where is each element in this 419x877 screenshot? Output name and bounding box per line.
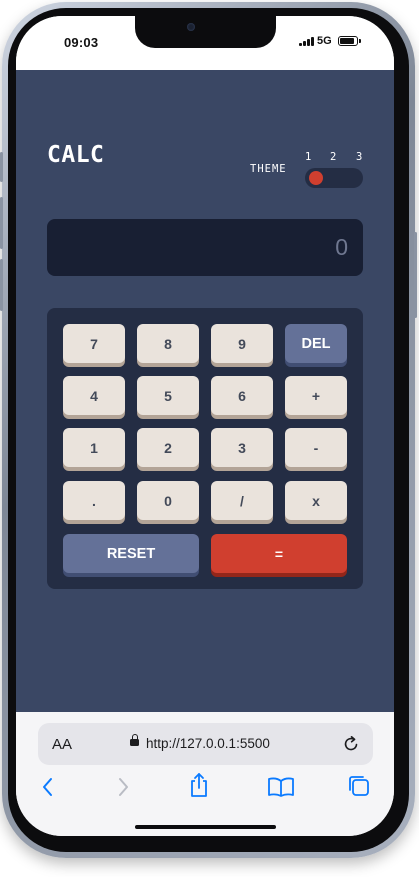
multiply-button[interactable]: x bbox=[285, 481, 347, 520]
key-1[interactable]: 1 bbox=[63, 428, 125, 467]
equals-button[interactable]: = bbox=[211, 534, 347, 573]
app-title: CALC bbox=[47, 142, 105, 168]
theme-option-3: 3 bbox=[356, 151, 363, 163]
lock-icon bbox=[130, 734, 139, 746]
share-icon[interactable] bbox=[187, 772, 211, 798]
key-7[interactable]: 7 bbox=[63, 324, 125, 363]
volume-up-button bbox=[0, 197, 3, 249]
theme-toggle[interactable] bbox=[305, 168, 363, 188]
key-8[interactable]: 8 bbox=[137, 324, 199, 363]
url-text[interactable]: http://127.0.0.1:5500 bbox=[146, 736, 270, 751]
theme-label: THEME bbox=[250, 163, 287, 175]
forward-icon[interactable] bbox=[115, 776, 131, 798]
text-size-button[interactable]: AA bbox=[52, 736, 72, 753]
key-6[interactable]: 6 bbox=[211, 376, 273, 415]
text-size-label: AA bbox=[52, 736, 73, 753]
status-time: 09:03 bbox=[64, 35, 99, 50]
volume-down-button bbox=[0, 259, 3, 311]
plus-button[interactable]: + bbox=[285, 376, 347, 415]
side-button bbox=[0, 152, 3, 182]
bookmarks-icon[interactable] bbox=[267, 776, 295, 798]
key-9[interactable]: 9 bbox=[211, 324, 273, 363]
key-4[interactable]: 4 bbox=[63, 376, 125, 415]
theme-option-1: 1 bbox=[305, 151, 312, 163]
delete-button[interactable]: DEL bbox=[285, 324, 347, 363]
reset-button[interactable]: RESET bbox=[63, 534, 199, 573]
browser-toolbar: AA http://127.0.0.1:5500 bbox=[16, 712, 394, 836]
theme-toggle-knob[interactable] bbox=[309, 171, 323, 185]
reload-icon[interactable] bbox=[341, 734, 361, 754]
keypad: 7 8 9 DEL 4 5 6 + 1 2 3 - . 0 / x RESET … bbox=[47, 308, 363, 589]
battery-icon bbox=[338, 36, 361, 46]
decimal-button[interactable]: . bbox=[63, 481, 125, 520]
theme-option-2: 2 bbox=[330, 151, 337, 163]
key-2[interactable]: 2 bbox=[137, 428, 199, 467]
key-3[interactable]: 3 bbox=[211, 428, 273, 467]
display-value: 0 bbox=[335, 234, 348, 260]
key-0[interactable]: 0 bbox=[137, 481, 199, 520]
minus-button[interactable]: - bbox=[285, 428, 347, 467]
tabs-icon[interactable] bbox=[347, 774, 371, 798]
power-button bbox=[414, 232, 417, 318]
key-5[interactable]: 5 bbox=[137, 376, 199, 415]
signal-icon bbox=[299, 36, 314, 46]
status-bar: 09:03 5G bbox=[16, 16, 394, 70]
address-bar[interactable]: AA http://127.0.0.1:5500 bbox=[38, 723, 373, 765]
home-indicator bbox=[135, 825, 276, 829]
divide-button[interactable]: / bbox=[211, 481, 273, 520]
calculator-display: 0 bbox=[47, 219, 363, 276]
calculator-app: CALC THEME 1 2 3 0 7 8 9 DEL 4 5 6 + 1 2… bbox=[16, 70, 394, 712]
camera-icon bbox=[187, 23, 195, 31]
back-icon[interactable] bbox=[40, 776, 56, 798]
network-type: 5G bbox=[317, 35, 332, 47]
screen: 09:03 5G CALC THEME 1 2 3 0 7 8 9 DEL 4 … bbox=[16, 16, 394, 836]
notch bbox=[135, 16, 276, 48]
